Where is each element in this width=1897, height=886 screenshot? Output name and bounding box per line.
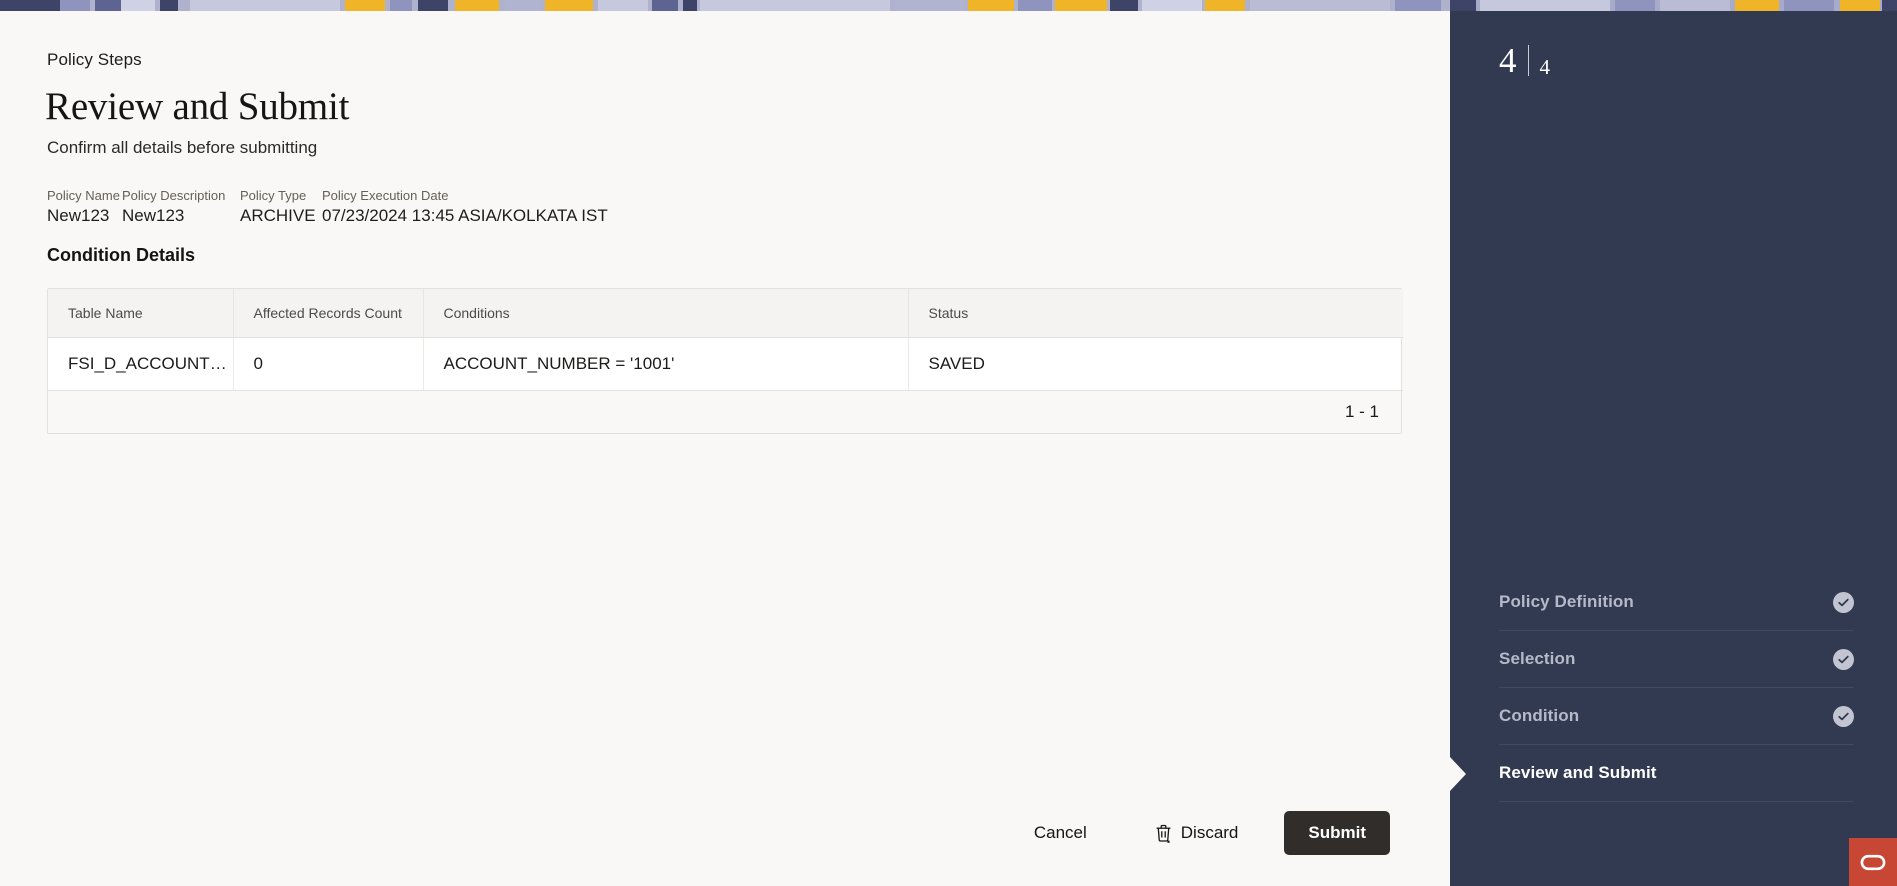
- meta-value: ARCHIVE: [240, 206, 316, 225]
- step-label: Selection: [1499, 649, 1576, 668]
- check-circle-icon: [1833, 648, 1854, 670]
- oracle-chat-widget-button[interactable]: [1849, 838, 1897, 886]
- meta-label: Policy Type: [240, 188, 307, 203]
- cell-affected-records-count: 0: [233, 337, 424, 391]
- meta-field-policy-type: Policy Type ARCHIVE: [240, 187, 322, 227]
- meta-label: Policy Execution Date: [322, 188, 449, 203]
- active-step-pointer-icon: [1450, 745, 1466, 802]
- page-subtitle: Confirm all details before submitting: [47, 138, 318, 157]
- meta-value: New123: [122, 206, 185, 225]
- cancel-button[interactable]: Cancel: [1018, 813, 1103, 853]
- total-steps-number: 4: [1539, 55, 1551, 79]
- discard-button[interactable]: Discard: [1139, 813, 1255, 853]
- breadcrumb: Policy Steps: [47, 50, 142, 69]
- rail-decorative-banner: [1450, 0, 1897, 11]
- cell-conditions: ACCOUNT_NUMBER = '1001': [423, 337, 909, 391]
- step-label: Review and Submit: [1499, 763, 1657, 782]
- footer-actions: Cancel Discard Submit: [1018, 811, 1390, 855]
- main-content: Policy Steps Review and Submit Confirm a…: [0, 11, 1450, 886]
- cell-status: SAVED: [908, 337, 1403, 391]
- step-list: Policy Definition Selection Condition Re…: [1450, 574, 1854, 802]
- discard-label: Discard: [1180, 823, 1239, 842]
- column-header-conditions[interactable]: Conditions: [423, 289, 909, 338]
- meta-label: Policy Description: [122, 188, 226, 203]
- step-item-policy-definition[interactable]: Policy Definition: [1499, 574, 1854, 631]
- step-item-condition[interactable]: Condition: [1499, 688, 1854, 745]
- pagination-range: 1 - 1: [1344, 401, 1379, 421]
- policy-summary: Policy Name New123 Policy Description Ne…: [47, 187, 642, 227]
- step-counter: 4 4: [1499, 43, 1550, 78]
- step-item-review-and-submit[interactable]: Review and Submit: [1450, 745, 1854, 802]
- meta-label: Policy Name: [47, 188, 120, 203]
- table-header-row: Table Name Affected Records Count Condit…: [48, 289, 1403, 338]
- wizard-step-rail: 4 4 Policy Definition Selection Conditio…: [1450, 0, 1897, 886]
- section-title-condition-details: Condition Details: [47, 245, 195, 265]
- step-item-selection[interactable]: Selection: [1499, 631, 1854, 688]
- column-header-status[interactable]: Status: [908, 289, 1403, 338]
- step-label: Condition: [1499, 706, 1580, 725]
- submit-button[interactable]: Submit: [1284, 811, 1390, 855]
- meta-field-policy-execution-date: Policy Execution Date 07/23/2024 13:45 A…: [322, 187, 642, 227]
- table-footer: 1 - 1: [48, 390, 1401, 433]
- page-title: Review and Submit: [45, 85, 350, 128]
- column-header-affected-records-count[interactable]: Affected Records Count: [233, 289, 424, 338]
- meta-value: New123: [47, 206, 110, 225]
- check-circle-icon: [1833, 591, 1854, 613]
- meta-field-policy-name: Policy Name New123: [47, 187, 122, 227]
- trash-icon: [1155, 824, 1172, 843]
- column-header-table-name[interactable]: Table Name: [48, 289, 234, 338]
- condition-details-table: Table Name Affected Records Count Condit…: [47, 288, 1403, 434]
- current-step-number: 4: [1499, 41, 1517, 80]
- table-row[interactable]: FSI_D_ACCOUNT_... 0 ACCOUNT_NUMBER = '10…: [48, 337, 1403, 391]
- policy-wizard-screen: Policy Steps Review and Submit Confirm a…: [0, 0, 1897, 886]
- cell-table-name: FSI_D_ACCOUNT_...: [48, 337, 234, 391]
- meta-value: 07/23/2024 13:45 ASIA/KOLKATA IST: [322, 206, 608, 225]
- step-counter-divider: [1527, 45, 1529, 76]
- check-circle-icon: [1833, 705, 1854, 727]
- step-label: Policy Definition: [1499, 592, 1634, 611]
- meta-field-policy-description: Policy Description New123: [122, 187, 240, 227]
- oracle-logo-icon: [1860, 854, 1886, 871]
